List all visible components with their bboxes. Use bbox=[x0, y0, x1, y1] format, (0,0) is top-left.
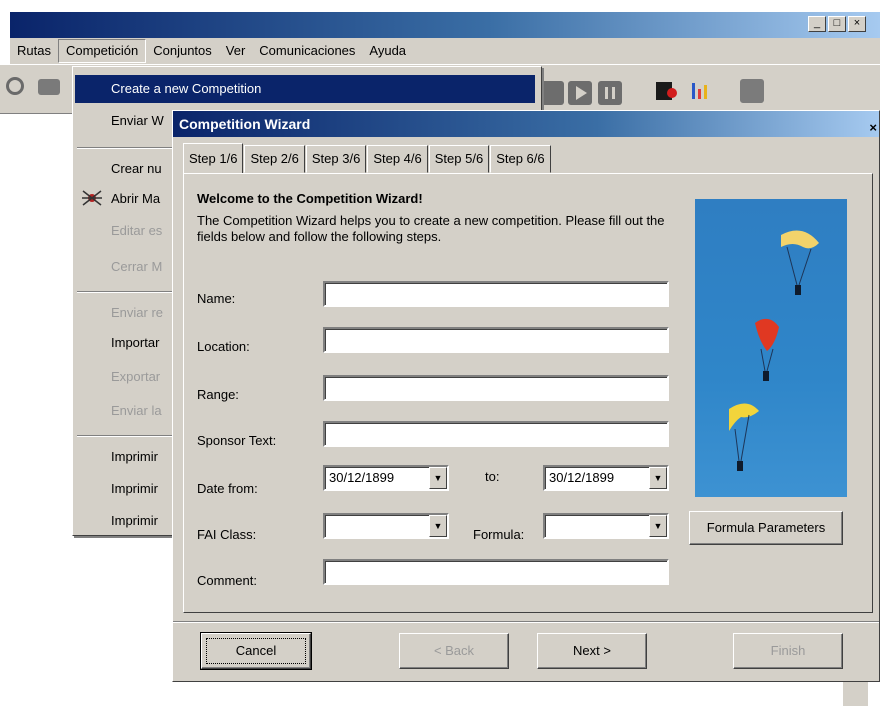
wizard-title: Competition Wizard bbox=[179, 116, 311, 132]
date-to-label: to: bbox=[485, 469, 500, 484]
menu-item-create-competition[interactable]: Create a new Competition bbox=[75, 75, 535, 103]
tab-step-5[interactable]: Step 5/6 bbox=[428, 145, 490, 173]
chevron-down-icon[interactable]: ▼ bbox=[429, 515, 447, 537]
refresh-icon[interactable] bbox=[6, 77, 24, 95]
formula-select[interactable]: ▼ bbox=[543, 513, 669, 539]
menu-rutas[interactable]: Rutas bbox=[10, 39, 58, 63]
sponsor-text-label: Sponsor Text: bbox=[197, 433, 277, 448]
download-icon[interactable] bbox=[654, 79, 678, 103]
minimize-button[interactable]: _ bbox=[808, 16, 826, 32]
close-button[interactable]: × bbox=[848, 16, 866, 32]
date-from-label: Date from: bbox=[197, 481, 258, 496]
menu-comunicaciones[interactable]: Comunicaciones bbox=[252, 39, 362, 63]
button-separator bbox=[173, 621, 879, 623]
back-button: < Back bbox=[399, 633, 509, 669]
menu-separator bbox=[77, 435, 177, 437]
chevron-down-icon[interactable]: ▼ bbox=[649, 467, 667, 489]
tab-step-4[interactable]: Step 4/6 bbox=[367, 145, 428, 173]
menu-competicion[interactable]: Competición bbox=[57, 39, 147, 63]
menu-separator bbox=[77, 291, 177, 293]
chevron-down-icon[interactable]: ▼ bbox=[649, 515, 667, 537]
date-from-value: 30/12/1899 bbox=[329, 470, 395, 485]
cancel-button[interactable]: Cancel bbox=[200, 632, 312, 670]
wizard-tabs: Step 1/6 Step 2/6 Step 3/6 Step 4/6 Step… bbox=[183, 143, 552, 173]
date-from-picker[interactable]: 30/12/1899 ▼ bbox=[323, 465, 449, 491]
comment-field[interactable] bbox=[323, 559, 669, 585]
tab-step-3[interactable]: Step 3/6 bbox=[305, 145, 367, 173]
window-controls: _ □ × bbox=[808, 16, 866, 32]
formula-parameters-button[interactable]: Formula Parameters bbox=[689, 511, 843, 545]
scrollbar[interactable] bbox=[842, 682, 868, 706]
app-title-bar bbox=[10, 12, 880, 38]
range-field[interactable] bbox=[323, 375, 669, 401]
formula-label: Formula: bbox=[473, 527, 525, 542]
wizard-close-button[interactable]: × bbox=[869, 115, 877, 141]
tab-step-1[interactable]: Step 1/6 bbox=[183, 143, 244, 173]
folder-icon[interactable] bbox=[38, 79, 60, 95]
sponsor-text-field[interactable] bbox=[323, 421, 669, 447]
pause-icon[interactable] bbox=[598, 81, 622, 105]
wizard-heading: Welcome to the Competition Wizard! bbox=[197, 191, 423, 206]
chevron-down-icon[interactable]: ▼ bbox=[429, 467, 447, 489]
menu-separator bbox=[77, 147, 177, 149]
date-to-picker[interactable]: 30/12/1899 ▼ bbox=[543, 465, 669, 491]
tab-step-6[interactable]: Step 6/6 bbox=[490, 145, 551, 173]
wizard-intro-text: The Competition Wizard helps you to crea… bbox=[197, 213, 665, 244]
menu-bar: Rutas Competición Conjuntos Ver Comunica… bbox=[10, 38, 880, 64]
play-icon[interactable] bbox=[568, 81, 592, 105]
wizard-title-bar: Competition Wizard × bbox=[173, 111, 879, 137]
name-field[interactable] bbox=[323, 281, 669, 307]
fai-class-select[interactable]: ▼ bbox=[323, 513, 449, 539]
menu-ver[interactable]: Ver bbox=[219, 39, 253, 63]
date-to-value: 30/12/1899 bbox=[549, 470, 615, 485]
window-icon[interactable] bbox=[740, 79, 764, 103]
location-label: Location: bbox=[197, 339, 250, 354]
menu-conjuntos[interactable]: Conjuntos bbox=[146, 39, 219, 63]
stop-icon[interactable] bbox=[540, 81, 564, 105]
fai-class-label: FAI Class: bbox=[197, 527, 257, 542]
comment-label: Comment: bbox=[197, 573, 257, 588]
finish-button: Finish bbox=[733, 633, 843, 669]
maximize-button[interactable]: □ bbox=[828, 16, 846, 32]
next-button[interactable]: Next > bbox=[537, 633, 647, 669]
name-label: Name: bbox=[197, 291, 236, 306]
paragliders-image bbox=[695, 199, 847, 497]
menu-ayuda[interactable]: Ayuda bbox=[362, 39, 413, 63]
location-field[interactable] bbox=[323, 327, 669, 353]
range-label: Range: bbox=[197, 387, 239, 402]
tab-step-2[interactable]: Step 2/6 bbox=[244, 145, 305, 173]
competition-wizard-dialog: Competition Wizard × Step 1/6 Step 2/6 S… bbox=[172, 110, 880, 682]
chart-icon[interactable] bbox=[688, 79, 712, 103]
